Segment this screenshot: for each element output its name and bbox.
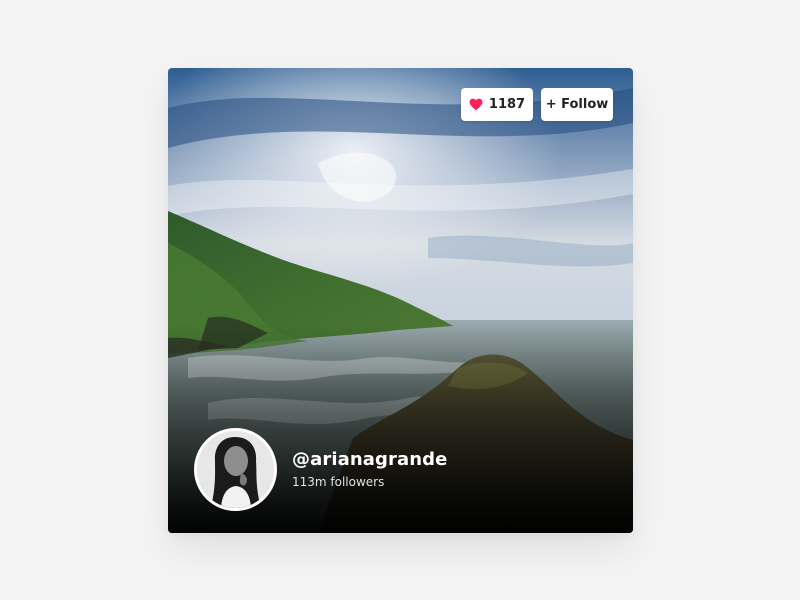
avatar[interactable] xyxy=(194,428,277,511)
heart-icon xyxy=(469,98,483,111)
card-actions: 1187 + Follow xyxy=(461,88,613,121)
photo-card[interactable]: 1187 + Follow @arianagrande 113m followe… xyxy=(168,68,633,533)
profile-info: @arianagrande 113m followers xyxy=(194,428,447,511)
username[interactable]: @arianagrande xyxy=(292,449,447,471)
profile-text: @arianagrande 113m followers xyxy=(292,449,447,491)
like-count: 1187 xyxy=(488,97,526,112)
follower-count: 113m followers xyxy=(292,474,385,489)
follow-button[interactable]: + Follow xyxy=(541,88,613,121)
page: 1187 + Follow @arianagrande 113m followe… xyxy=(0,0,800,600)
like-button[interactable]: 1187 xyxy=(461,88,533,121)
